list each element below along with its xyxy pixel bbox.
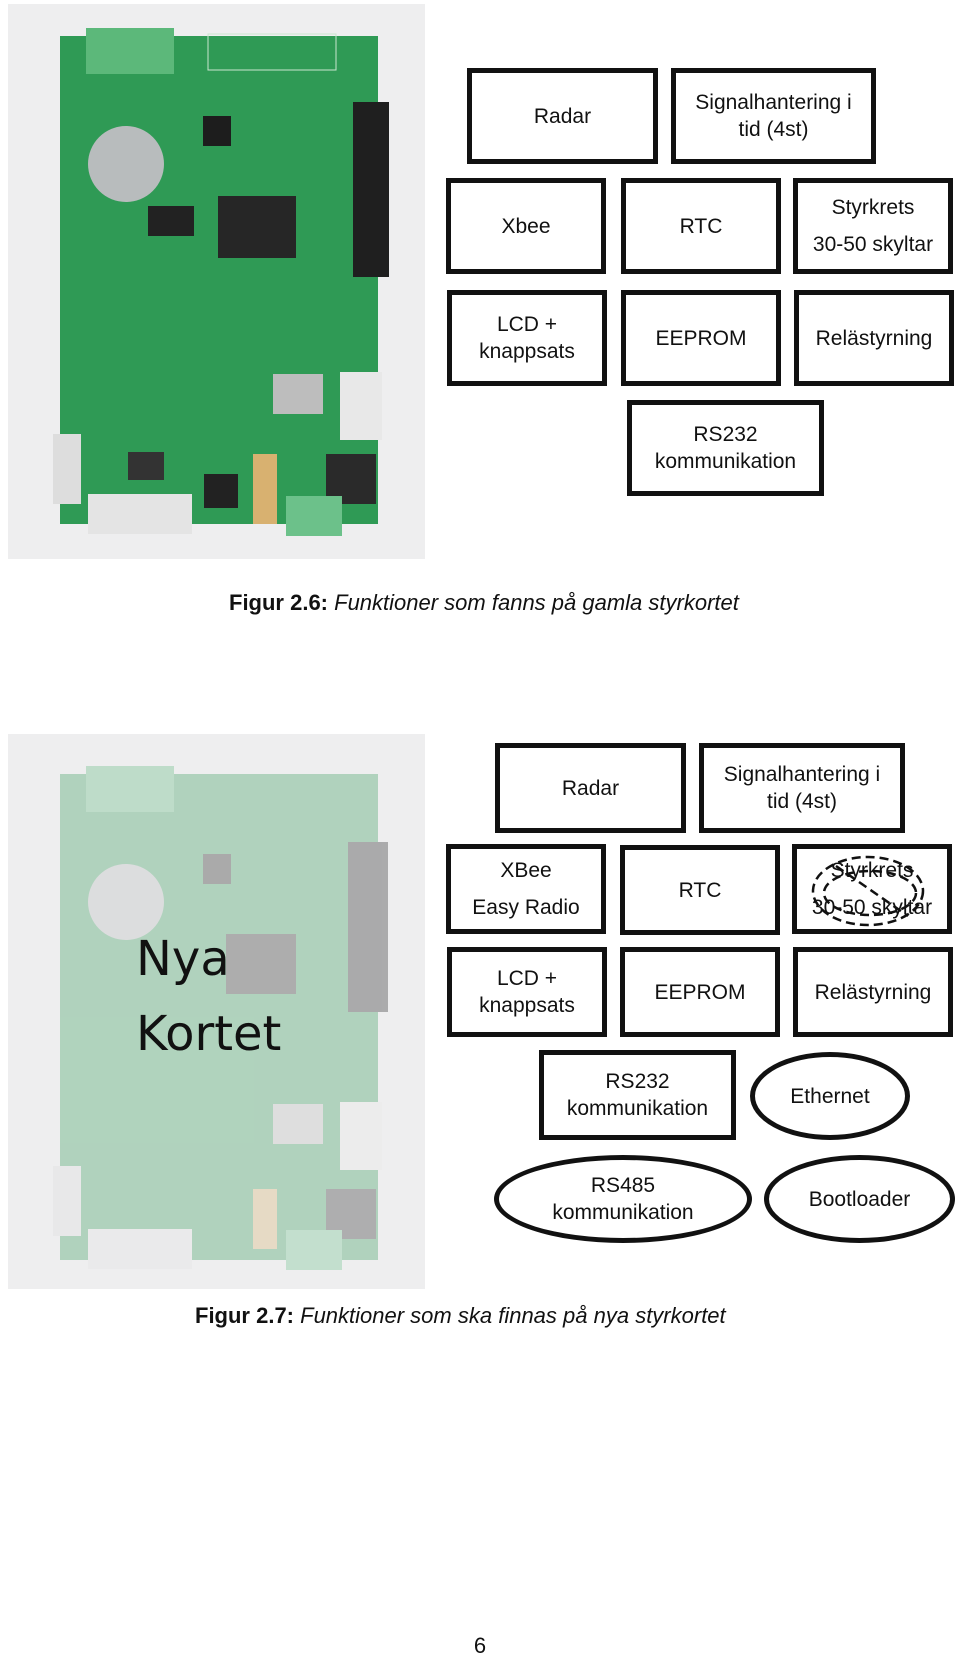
box-eeprom: EEPROM (621, 290, 781, 386)
new-board-photo: Nya Kortet (8, 734, 425, 1289)
ellipse-bootloader: Bootloader (764, 1155, 955, 1243)
box-relastyrning: Relästyrning (794, 290, 954, 386)
box-lcd-new: LCD + knappsats (447, 947, 607, 1037)
box-lcd: LCD + knappsats (447, 290, 607, 386)
box-eeprom-new: EEPROM (620, 947, 780, 1037)
box-xbee: Xbee (446, 178, 606, 274)
pcb-illustration (53, 28, 389, 536)
figure-caption-2-7: Figur 2.7: Funktioner som ska finnas på … (195, 1303, 726, 1328)
box-rs232: RS232 kommunikation (627, 400, 824, 496)
new-board-label: Nya Kortet (136, 931, 282, 1062)
box-styrkrets-new: Styrkrets 30-50 skyltar (792, 844, 952, 934)
old-board-photo (8, 4, 425, 559)
ellipse-ethernet: Ethernet (750, 1052, 910, 1140)
ellipse-rs485: RS485 kommunikation (494, 1155, 752, 1243)
box-relastyrning-new: Relästyrning (793, 947, 953, 1037)
figure-caption-2-6: Figur 2.6: Funktioner som fanns på gamla… (229, 590, 739, 615)
box-radar-new: Radar (495, 743, 686, 833)
box-signalhantering: Signalhantering i tid (4st) (671, 68, 876, 164)
box-xbee-easyradio: XBee Easy Radio (446, 844, 606, 934)
box-rtc-new: RTC (620, 845, 780, 935)
box-radar: Radar (467, 68, 658, 164)
box-rs232-new: RS232 kommunikation (539, 1050, 736, 1140)
box-signalhantering-new: Signalhantering i tid (4st) (699, 743, 905, 833)
box-styrkrets: Styrkrets 30-50 skyltar (793, 178, 953, 274)
box-rtc: RTC (621, 178, 781, 274)
page-number: 6 (473, 1633, 487, 1658)
